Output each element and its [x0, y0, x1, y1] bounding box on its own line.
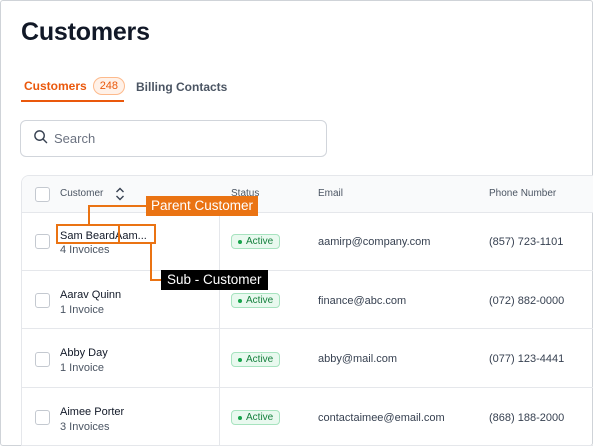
search-input[interactable] [54, 131, 294, 146]
table-row[interactable]: Aarav Quinn 1 Invoice Active finance@abc… [22, 271, 593, 329]
table-row[interactable]: Aimee Porter 3 Invoices Active contactai… [22, 388, 593, 446]
phone-cell: (072) 882-0000 [489, 295, 565, 307]
invoice-count: 3 Invoices [60, 421, 110, 433]
parent-connector-line [88, 205, 150, 207]
row-checkbox[interactable] [35, 352, 50, 367]
page-title: Customers [21, 18, 150, 46]
table-row[interactable]: Sam BeardAam... 4 Invoices Active aamirp… [22, 213, 593, 271]
table-header: Customer Status Email Phone Number [22, 176, 593, 213]
sub-connector-line [150, 243, 152, 280]
status-dot-icon [238, 298, 242, 303]
customers-table: Customer Status Email Phone Number Sam B… [21, 175, 593, 446]
tab-customers-count-badge: 248 [92, 77, 126, 95]
table-row[interactable]: Abby Day 1 Invoice Active abby@mail.com … [22, 330, 593, 388]
email-cell: finance@abc.com [318, 295, 407, 307]
email-cell: aamirp@company.com [318, 236, 431, 248]
parent-customer-name: Sam Beard [60, 230, 116, 242]
sub-customer-name: Aam... [115, 230, 147, 242]
email-cell: contactaimee@email.com [318, 412, 445, 424]
status-dot-icon [238, 357, 242, 362]
invoice-count: 1 Invoice [60, 304, 105, 316]
email-cell: abby@mail.com [318, 353, 398, 365]
customer-name-parent: Sam BeardAam... [60, 230, 147, 242]
header-phone: Phone Number [489, 188, 557, 199]
status-badge: Active [231, 352, 281, 367]
parent-connector-line [88, 205, 90, 225]
invoice-count: 1 Invoice [60, 362, 105, 374]
status-dot-icon [238, 239, 242, 244]
status-badge: Active [231, 410, 281, 425]
header-customer[interactable]: Customer [60, 188, 103, 199]
tab-customers[interactable]: Customers 248 [21, 72, 126, 102]
search-icon [33, 129, 48, 149]
phone-cell: (857) 723-1101 [489, 236, 564, 248]
status-text: Active [246, 354, 274, 365]
customer-name: Aimee Porter [60, 406, 125, 418]
invoice-count: 4 Invoices [60, 244, 110, 256]
row-checkbox[interactable] [35, 293, 50, 308]
header-email: Email [318, 188, 344, 199]
tab-customers-label: Customers [24, 79, 87, 93]
status-badge: Active [231, 293, 281, 308]
sort-icon[interactable] [114, 187, 126, 201]
search-box [20, 120, 327, 157]
tab-billing-contacts-label: Billing Contacts [136, 80, 228, 94]
select-all-checkbox[interactable] [35, 187, 50, 202]
tab-bar: Customers 248 Billing Contacts [21, 72, 593, 102]
parent-customer-callout: Parent Customer [146, 196, 259, 216]
row-checkbox[interactable] [35, 234, 50, 249]
status-text: Active [246, 295, 274, 306]
status-text: Active [246, 412, 274, 423]
row-checkbox[interactable] [35, 410, 50, 425]
status-badge: Active [231, 234, 281, 249]
status-text: Active [246, 236, 274, 247]
tab-billing-contacts[interactable]: Billing Contacts [136, 72, 227, 102]
phone-cell: (077) 123-4441 [489, 353, 565, 365]
sub-customer-callout: Sub - Customer [161, 270, 268, 290]
customer-name: Abby Day [60, 347, 108, 359]
customer-name: Aarav Quinn [60, 289, 122, 301]
status-dot-icon [238, 415, 242, 420]
phone-cell: (868) 188-2000 [489, 412, 565, 424]
